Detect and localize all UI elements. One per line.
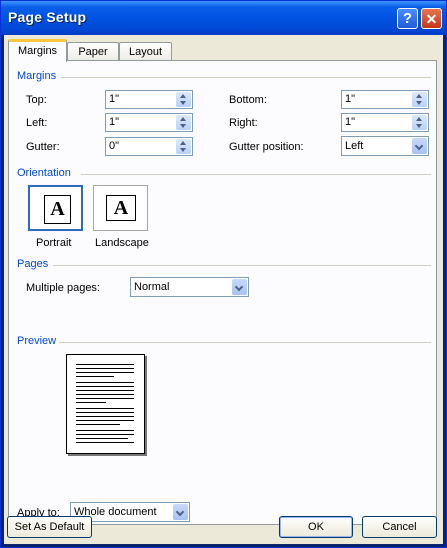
preview-text-line	[76, 364, 134, 365]
pages-heading: Pages	[17, 258, 49, 270]
margins-divider	[61, 77, 431, 78]
bottom-margin-value: 1"	[345, 93, 356, 105]
preview-text-line	[76, 434, 134, 435]
preview-text-line	[76, 430, 134, 431]
right-margin-value: 1"	[345, 116, 356, 128]
preview-text-line	[76, 382, 134, 383]
bottom-spin-arrows-icon[interactable]	[412, 92, 427, 107]
chevron-down-icon[interactable]	[173, 504, 188, 520]
gutter-position-label: Gutter position:	[229, 141, 304, 153]
landscape-button[interactable]: A	[93, 185, 148, 231]
preview-text-line	[76, 372, 134, 373]
preview-text-line	[76, 368, 134, 369]
left-margin-stepper[interactable]: 1"	[105, 113, 193, 132]
preview-page	[66, 354, 145, 454]
chevron-down-icon[interactable]	[412, 138, 427, 154]
preview-text-line	[76, 398, 134, 399]
preview-text-line	[76, 416, 134, 417]
gutter-position-value: Left	[345, 140, 364, 152]
title-bar[interactable]: Page Setup ? ✕	[1, 1, 446, 35]
dialog-client: Margins Paper Layout Margins Top: 1" Lef…	[4, 35, 443, 544]
bottom-label: Bottom:	[229, 94, 267, 106]
margins-panel: Margins Top: 1" Left: 1" Gutter: 0" Bott…	[8, 60, 437, 525]
portrait-button[interactable]: A	[28, 185, 83, 231]
gutter-spin-arrows-icon[interactable]	[176, 139, 191, 154]
preview-divider	[59, 342, 431, 343]
landscape-page-icon: A	[106, 195, 136, 221]
top-margin-value: 1"	[109, 93, 120, 105]
preview-text-line	[76, 412, 134, 413]
left-spin-arrows-icon[interactable]	[176, 115, 191, 130]
help-icon[interactable]: ?	[397, 8, 418, 29]
preview-text-line	[76, 408, 134, 409]
gutter-value: 0"	[109, 140, 120, 152]
left-margin-value: 1"	[109, 116, 120, 128]
top-spin-arrows-icon[interactable]	[176, 92, 191, 107]
preview-text-line	[76, 424, 120, 425]
gutter-stepper[interactable]: 0"	[105, 137, 193, 156]
preview-text-line	[76, 438, 128, 439]
multiple-pages-select[interactable]: Normal	[130, 277, 249, 297]
gutter-label: Gutter:	[26, 141, 60, 153]
right-spin-arrows-icon[interactable]	[412, 115, 427, 130]
left-label: Left:	[26, 117, 48, 129]
portrait-label: Portrait	[36, 237, 72, 249]
tab-margins[interactable]: Margins	[8, 39, 67, 62]
window-title: Page Setup	[8, 9, 87, 25]
chevron-down-icon[interactable]	[232, 279, 247, 295]
preview-text-line	[76, 390, 134, 391]
orientation-divider	[81, 174, 431, 175]
preview-text-line	[76, 442, 134, 443]
top-margin-stepper[interactable]: 1"	[105, 90, 193, 109]
cancel-button[interactable]: Cancel	[362, 516, 437, 538]
landscape-label: Landscape	[95, 237, 149, 249]
right-label: Right:	[229, 117, 258, 129]
page-setup-window: Page Setup ? ✕ Margins Paper Layout Marg…	[0, 0, 447, 548]
multiple-pages-label: Multiple pages:	[26, 282, 100, 294]
tab-layout[interactable]: Layout	[119, 42, 172, 61]
pages-divider	[53, 265, 431, 266]
tab-paper[interactable]: Paper	[67, 42, 119, 61]
preview-heading: Preview	[17, 335, 57, 347]
preview-text-line	[76, 386, 134, 387]
margins-heading: Margins	[17, 70, 57, 82]
portrait-page-icon: A	[44, 195, 71, 224]
preview-text-line	[76, 420, 134, 421]
set-as-default-button[interactable]: Set As Default	[7, 516, 92, 538]
preview-text-line	[76, 376, 114, 377]
top-label: Top:	[26, 94, 47, 106]
preview-text-line	[76, 394, 134, 395]
preview-text-line	[76, 402, 106, 403]
right-margin-stepper[interactable]: 1"	[341, 113, 429, 132]
orientation-heading: Orientation	[17, 167, 71, 179]
close-icon[interactable]: ✕	[421, 8, 442, 29]
ok-button[interactable]: OK	[279, 516, 353, 538]
bottom-margin-stepper[interactable]: 1"	[341, 90, 429, 109]
multiple-pages-value: Normal	[134, 281, 170, 293]
gutter-position-select[interactable]: Left	[341, 136, 429, 156]
